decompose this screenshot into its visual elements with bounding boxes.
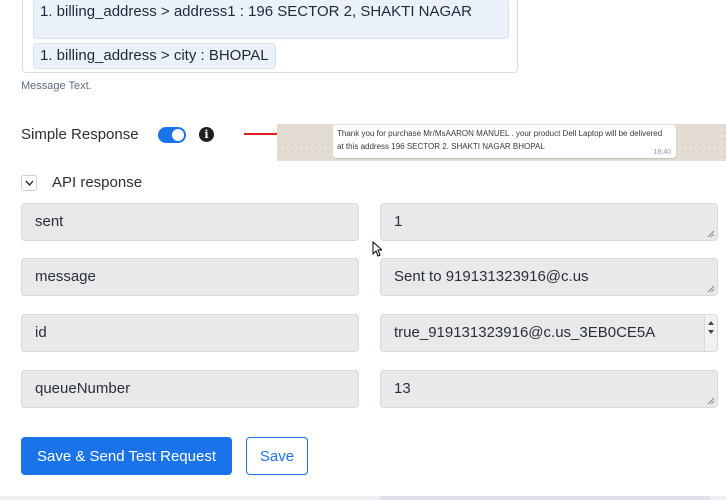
resize-handle-icon[interactable] (707, 397, 715, 405)
api-value-text: 1 (394, 213, 403, 230)
info-icon[interactable]: i (199, 127, 214, 142)
scroll-down-icon[interactable] (708, 330, 714, 334)
message-text-box[interactable]: 1. billing_address > address1 : 196 SECT… (22, 0, 518, 73)
api-value-text: Sent to 919131323916@c.us (394, 268, 589, 285)
mouse-cursor-icon (372, 241, 382, 257)
city-variable-chip[interactable]: 1. billing_address > city : BHOPAL (33, 43, 276, 69)
api-value-field-queue-number[interactable]: 13 (380, 370, 718, 408)
api-response-label: API response (52, 174, 143, 191)
resize-handle-icon[interactable] (707, 285, 715, 293)
simple-response-toggle[interactable] (158, 127, 186, 143)
scroll-up-icon[interactable] (708, 321, 714, 325)
message-text-label: Message Text. (21, 80, 92, 92)
api-key-field-message[interactable]: message (21, 258, 359, 296)
chat-bubble: Thank you for purchase Mr/MsAARON MANUEL… (333, 125, 676, 158)
save-and-send-test-request-button[interactable]: Save & Send Test Request (21, 437, 232, 475)
api-value-text: true_919131323916@c.us_3EB0CE5A (394, 324, 656, 341)
api-value-field-sent[interactable]: 1 (380, 203, 718, 241)
api-key-field-sent[interactable]: sent (21, 203, 359, 241)
api-key-field-queue-number[interactable]: queueNumber (21, 370, 359, 408)
address-variable-chip[interactable]: 1. billing_address > address1 : 196 SECT… (33, 0, 509, 39)
api-value-text: 13 (394, 380, 411, 397)
chat-bubble-time: 18:40 (653, 149, 671, 156)
simple-response-label: Simple Response (21, 126, 139, 143)
chat-bubble-text: Thank you for purchase Mr/MsAARON MANUEL… (337, 129, 663, 151)
chat-preview-image: Thank you for purchase Mr/MsAARON MANUEL… (277, 124, 726, 161)
bottom-divider (0, 496, 726, 500)
api-key-field-id[interactable]: id (21, 314, 359, 352)
toggle-knob (172, 129, 184, 141)
scrollbar[interactable] (704, 315, 717, 351)
resize-handle-icon[interactable] (707, 230, 715, 238)
save-button[interactable]: Save (246, 437, 308, 475)
api-value-field-message[interactable]: Sent to 919131323916@c.us (380, 258, 718, 296)
api-response-collapse-toggle[interactable] (21, 175, 37, 191)
bottom-divider-segment (380, 496, 710, 500)
chevron-down-icon (25, 180, 34, 186)
api-value-field-id[interactable]: true_919131323916@c.us_3EB0CE5A (380, 314, 718, 352)
